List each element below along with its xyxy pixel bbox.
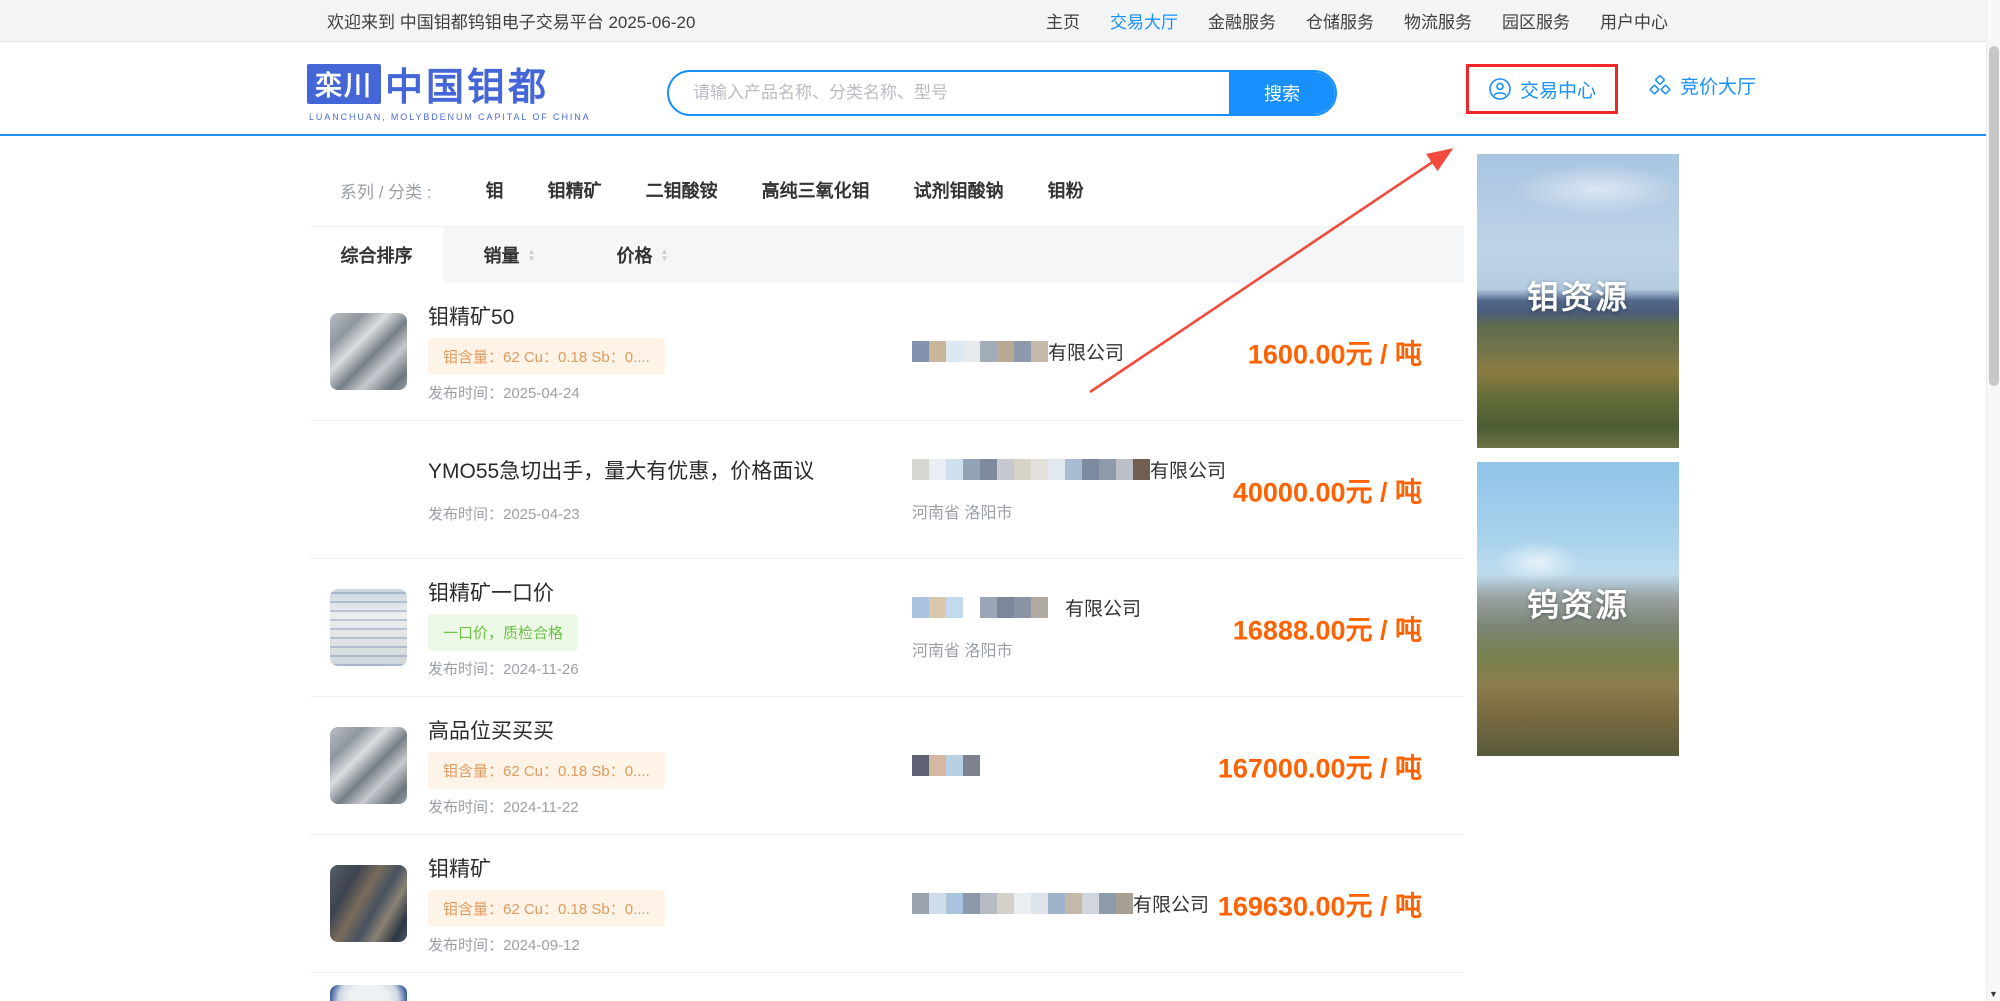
product-title[interactable]: 钼精矿一口价 [428, 577, 912, 607]
site-logo[interactable]: 栾川 中国钼都 [307, 56, 549, 111]
top-bar: 欢迎来到 中国钼都钨钼电子交易平台 2025-06-20 主页 交易大厅 金融服… [0, 0, 2000, 42]
nav-item-trade-hall[interactable]: 交易大厅 [1110, 8, 1178, 33]
site-header: 栾川 中国钼都 LUANCHUAN, MOLYBDENUM CAPITAL OF… [0, 42, 2000, 136]
product-publish-date: 发布时间：2025-04-23 [428, 503, 912, 524]
sort-caret-icons: ▲▼ [528, 248, 536, 262]
product-thumbnail[interactable] [330, 727, 407, 804]
product-title[interactable]: 高品位买买买 [428, 715, 912, 745]
product-price: 167000.00元 / 吨 [1218, 746, 1422, 785]
page: 欢迎来到 中国钼都钨钼电子交易平台 2025-06-20 主页 交易大厅 金融服… [0, 0, 2000, 1001]
product-thumbnail[interactable] [330, 985, 407, 1001]
product-title[interactable]: 钼精矿50 [428, 301, 912, 331]
welcome-text: 欢迎来到 中国钼都钨钼电子交易平台 2025-06-20 [327, 8, 695, 33]
company-name-mosaic [912, 893, 1133, 914]
logo-badge: 栾川 [307, 64, 381, 104]
scrollbar[interactable]: ▼ [1986, 0, 2000, 1001]
top-nav: 主页 交易大厅 金融服务 仓储服务 物流服务 园区服务 用户中心 [1046, 8, 1668, 33]
sort-caret-icons: ▲▼ [661, 248, 669, 262]
product-price: 40000.00元 / 吨 [1233, 470, 1422, 509]
product-tag: 钼含量：62 Cu：0.18 Sb：0.... [428, 890, 665, 927]
product-price: 16888.00元 / 吨 [1233, 608, 1422, 647]
category-mo-concentrate[interactable]: 钼精矿 [548, 177, 602, 203]
product-publish-date: 发布时间：2025-04-24 [428, 382, 912, 403]
bidding-hall-label: 竞价大厅 [1680, 72, 1756, 99]
category-sodium-molybdate[interactable]: 试剂钼酸钠 [914, 177, 1004, 203]
search-input[interactable] [669, 72, 1229, 114]
bidding-hall-link[interactable]: 竞价大厅 [1648, 72, 1756, 99]
cubes-icon [1648, 74, 1672, 98]
sidebar-banners: 钼资源 钨资源 [1477, 154, 1679, 770]
category-high-purity-trioxide[interactable]: 高纯三氧化钼 [762, 177, 870, 203]
product-row[interactable]: 钼精矿50 钼含量：62 Cu：0.18 Sb：0.... 发布时间：2025-… [310, 283, 1464, 421]
nav-item-warehouse[interactable]: 仓储服务 [1306, 8, 1374, 33]
product-list-panel: 系列 / 分类 : 钼 钼精矿 二钼酸铵 高纯三氧化钼 试剂钼酸钠 钼粉 综合排… [310, 154, 1464, 1001]
scrollbar-thumb[interactable] [1989, 46, 1999, 386]
banner-tungsten-resources[interactable]: 钨资源 [1477, 462, 1679, 756]
company-location: 河南省 洛阳市 [912, 499, 1212, 523]
company-name-mosaic [912, 459, 1150, 480]
trade-center-label: 交易中心 [1520, 76, 1596, 103]
sort-tab-price[interactable]: 价格 ▲▼ [576, 227, 709, 283]
product-row[interactable]: 钼精矿一口价 一口价，质检合格 发布时间：2024-11-26 有限公司 河南省… [310, 559, 1464, 697]
banner-label: 钼资源 [1477, 272, 1679, 318]
product-title[interactable]: 钼精矿 [428, 853, 912, 883]
annotation-red-box: 交易中心 [1466, 64, 1618, 114]
sort-tab-comprehensive[interactable]: 综合排序 [310, 227, 443, 283]
product-publish-date: 发布时间：2024-09-12 [428, 934, 912, 955]
product-thumbnail[interactable] [330, 865, 407, 942]
nav-item-user-center[interactable]: 用户中心 [1600, 8, 1668, 33]
product-publish-date: 发布时间：2024-11-22 [428, 796, 912, 817]
sort-tab-label: 销量 [484, 242, 520, 268]
sort-bar: 综合排序 销量 ▲▼ 价格 ▲▼ [310, 227, 1464, 283]
user-circle-icon [1488, 77, 1512, 101]
sort-tab-label: 价格 [617, 242, 653, 268]
sort-tab-label: 综合排序 [341, 242, 413, 268]
sort-tab-sales[interactable]: 销量 ▲▼ [443, 227, 576, 283]
nav-item-logistics[interactable]: 物流服务 [1404, 8, 1472, 33]
product-row[interactable]: 高品位买买买 钼含量：62 Cu：0.18 Sb：0.... 发布时间：2024… [310, 697, 1464, 835]
product-tag: 钼含量：62 Cu：0.18 Sb：0.... [428, 338, 665, 375]
product-row[interactable]: 钼精矿 钼含量：62 Cu：0.18 Sb：0.... 发布时间：2024-09… [310, 835, 1464, 973]
company-name-suffix: 有限公司 [1150, 456, 1226, 483]
nav-item-park[interactable]: 园区服务 [1502, 8, 1570, 33]
product-row[interactable]: YMO55急切出手，量大有优惠，价格面议 发布时间：2025-04-23 有限公… [310, 421, 1464, 559]
product-tag: 钼含量：62 Cu：0.18 Sb：0.... [428, 752, 665, 789]
company-name-suffix: 有限公司 [1133, 890, 1209, 917]
product-tag: 一口价，质检合格 [428, 614, 578, 651]
search-button[interactable]: 搜索 [1229, 72, 1335, 114]
category-mo-powder[interactable]: 钼粉 [1048, 177, 1084, 203]
category-filter-label: 系列 / 分类 : [340, 178, 432, 203]
category-links: 钼 钼精矿 二钼酸铵 高纯三氧化钼 试剂钼酸钠 钼粉 [486, 177, 1084, 203]
logo-subtitle: LUANCHUAN, MOLYBDENUM CAPITAL OF CHINA [309, 112, 591, 122]
company-name-mosaic [912, 597, 1065, 618]
search-bar: 搜索 [667, 70, 1337, 116]
category-filter-row: 系列 / 分类 : 钼 钼精矿 二钼酸铵 高纯三氧化钼 试剂钼酸钠 钼粉 [310, 154, 1464, 227]
nav-item-home[interactable]: 主页 [1046, 8, 1080, 33]
company-location: 河南省 洛阳市 [912, 637, 1212, 661]
product-thumbnail[interactable] [330, 589, 407, 666]
logo-brand-text: 中国钼都 [385, 56, 549, 111]
product-price: 1600.00元 / 吨 [1248, 332, 1422, 371]
category-ammonium-dimolybdate[interactable]: 二钼酸铵 [646, 177, 718, 203]
banner-molybdenum-resources[interactable]: 钼资源 [1477, 154, 1679, 448]
nav-item-finance[interactable]: 金融服务 [1208, 8, 1276, 33]
banner-label: 钨资源 [1477, 580, 1679, 626]
product-price: 169630.00元 / 吨 [1218, 884, 1422, 923]
product-title[interactable]: YMO55急切出手，量大有优惠，价格面议 [428, 455, 912, 485]
category-mo[interactable]: 钼 [486, 177, 504, 203]
product-publish-date: 发布时间：2024-11-26 [428, 658, 912, 679]
product-row-partial[interactable] [310, 973, 1464, 1001]
company-name-mosaic [912, 755, 980, 776]
company-name-mosaic [912, 341, 1048, 362]
product-thumbnail[interactable] [330, 313, 407, 390]
scroll-down-arrow-icon[interactable]: ▼ [1987, 989, 2000, 999]
trade-center-link[interactable]: 交易中心 [1488, 76, 1596, 103]
company-name-suffix: 有限公司 [1048, 338, 1124, 365]
company-name-suffix: 有限公司 [1065, 594, 1141, 621]
